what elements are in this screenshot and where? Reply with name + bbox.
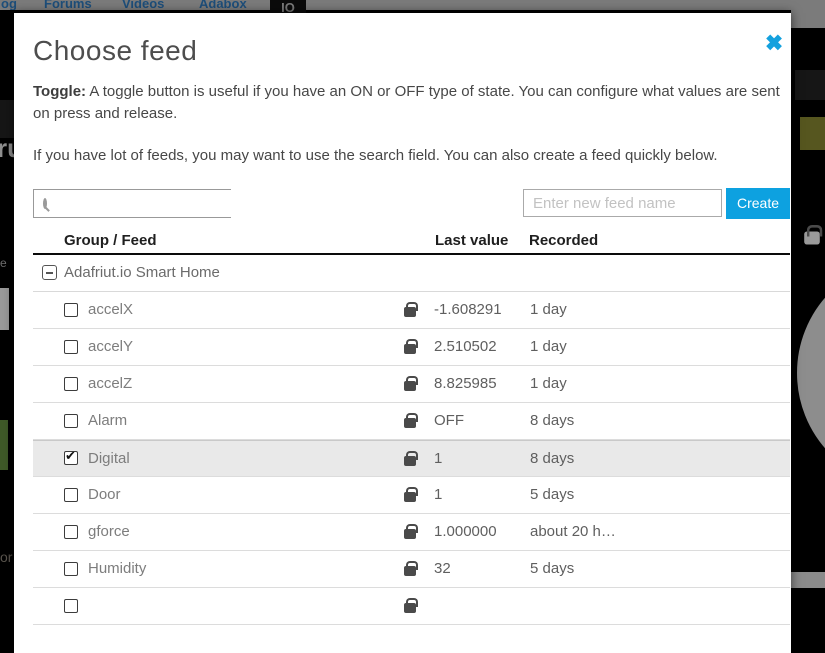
table-row-partial[interactable] xyxy=(33,588,790,625)
table-row[interactable]: accelX -1.608291 1 day xyxy=(33,292,790,329)
table-header-row: Group / Feed Last value Recorded xyxy=(33,228,790,255)
nav-item-io-active[interactable]: IO xyxy=(270,0,306,14)
create-feed-button[interactable]: Create xyxy=(726,188,790,219)
recorded-value: 8 days xyxy=(530,450,790,467)
header-last-value: Last value xyxy=(435,232,529,249)
last-value: 1 xyxy=(434,486,530,503)
feed-name: Humidity xyxy=(88,560,404,577)
feed-checkbox[interactable] xyxy=(64,488,78,502)
table-row-selected[interactable]: ✔ Digital 1 8 days xyxy=(33,440,790,477)
last-value: 8.825985 xyxy=(434,375,530,392)
table-row[interactable]: accelY 2.510502 1 day xyxy=(33,329,790,366)
last-value: OFF xyxy=(434,412,530,429)
recorded-value: 8 days xyxy=(530,412,790,429)
table-row[interactable]: Door 1 5 days xyxy=(33,477,790,514)
controls-row: Create xyxy=(33,188,790,219)
recorded-value: 1 day xyxy=(530,338,790,355)
group-label: Adafriut.io Smart Home xyxy=(64,264,790,281)
nav-item-forums[interactable]: Forums xyxy=(44,0,92,10)
feed-checkbox[interactable] xyxy=(64,340,78,354)
feed-name: accelZ xyxy=(88,375,404,392)
table-row[interactable]: accelZ 8.825985 1 day xyxy=(33,366,790,403)
feed-checkbox[interactable] xyxy=(64,303,78,317)
check-icon: ✔ xyxy=(65,448,76,464)
search-hint-text: If you have lot of feeds, you may want t… xyxy=(33,145,788,167)
lock-icon xyxy=(404,307,416,317)
last-value: -1.608291 xyxy=(434,301,530,318)
feed-checkbox[interactable] xyxy=(64,525,78,539)
recorded-value: 1 day xyxy=(530,301,790,318)
bg-fragment-green-block xyxy=(0,420,8,470)
feed-checkbox[interactable] xyxy=(64,377,78,391)
recorded-value: 5 days xyxy=(530,486,790,503)
bg-fragment-logo-text: ru xyxy=(0,133,14,163)
table-row[interactable]: Humidity 32 5 days xyxy=(33,551,790,588)
bg-fragment-gray-button xyxy=(0,288,9,330)
last-value: 2.510502 xyxy=(434,338,530,355)
lock-icon xyxy=(404,381,416,391)
toggle-help-lead: Toggle: xyxy=(33,83,86,100)
modal-title: Choose feed xyxy=(33,35,788,67)
lock-icon xyxy=(404,603,416,613)
nav-item-videos[interactable]: Videos xyxy=(122,0,164,10)
last-value: 32 xyxy=(434,560,530,577)
bg-fragment-bottom-block xyxy=(791,572,825,588)
lock-icon xyxy=(404,418,416,428)
feed-name: Digital xyxy=(88,450,404,467)
header-recorded: Recorded xyxy=(529,232,790,249)
search-box[interactable] xyxy=(33,189,231,218)
last-value: 1 xyxy=(434,450,530,467)
last-value: 1.000000 xyxy=(434,523,530,540)
group-row[interactable]: Adafriut.io Smart Home xyxy=(33,255,790,292)
lock-icon xyxy=(404,456,416,466)
feed-name: gforce xyxy=(88,523,404,540)
table-row[interactable]: Alarm OFF 8 days xyxy=(33,403,790,440)
bg-fragment-dark-row xyxy=(795,70,825,100)
feed-name: Alarm xyxy=(88,412,404,429)
nav-item-blog[interactable]: og xyxy=(1,0,17,10)
feed-checkbox[interactable] xyxy=(64,599,78,613)
toggle-help-body: A toggle button is useful if you have an… xyxy=(33,83,780,122)
bg-lock-icon xyxy=(806,228,818,243)
search-icon xyxy=(43,198,47,209)
feed-name: accelX xyxy=(88,301,404,318)
bg-fragment-olive-block xyxy=(800,117,825,150)
feed-checkbox[interactable] xyxy=(64,562,78,576)
feed-checkbox-checked[interactable]: ✔ xyxy=(64,451,78,465)
lock-icon xyxy=(404,566,416,576)
search-input[interactable] xyxy=(47,190,234,217)
close-icon[interactable]: ✖ xyxy=(760,31,788,57)
feed-name: Door xyxy=(88,486,404,503)
lock-icon xyxy=(404,529,416,539)
collapse-group-icon[interactable] xyxy=(42,265,57,280)
lock-icon xyxy=(404,344,416,354)
bg-fragment-circle-logo xyxy=(797,258,825,488)
header-group-feed: Group / Feed xyxy=(64,232,435,249)
recorded-value: about 20 h… xyxy=(530,523,790,540)
bg-fragment-text: e xyxy=(0,256,10,270)
site-nav-bar: og Forums Videos Adabox xyxy=(0,0,825,10)
feed-name: accelY xyxy=(88,338,404,355)
choose-feed-modal: ✖ Choose feed Toggle: A toggle button is… xyxy=(14,13,791,653)
recorded-value: 1 day xyxy=(530,375,790,392)
table-row[interactable]: gforce 1.000000 about 20 h… xyxy=(33,514,790,551)
create-feed-group: Create xyxy=(523,188,790,219)
lock-icon xyxy=(404,492,416,502)
feed-table: Group / Feed Last value Recorded Adafriu… xyxy=(33,228,790,625)
toggle-help-text: Toggle: A toggle button is useful if you… xyxy=(33,81,788,124)
recorded-value: 5 days xyxy=(530,560,790,577)
nav-item-adabox[interactable]: Adabox xyxy=(199,0,247,10)
new-feed-name-input[interactable] xyxy=(523,189,722,217)
bg-fragment-text-bottom: or xyxy=(0,549,14,565)
feed-checkbox[interactable] xyxy=(64,414,78,428)
